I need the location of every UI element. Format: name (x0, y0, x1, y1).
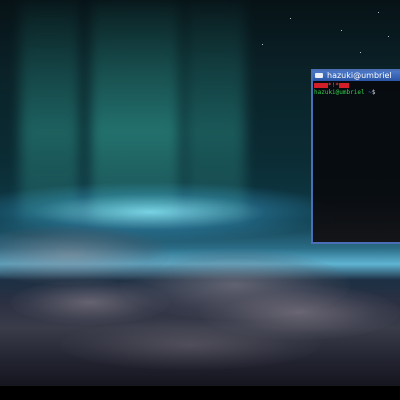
status-line: *!* (314, 82, 400, 89)
status-marker: *!* (328, 82, 339, 89)
status-bar-right (338, 83, 349, 88)
aurora-band (185, 0, 245, 220)
cloud (60, 320, 320, 370)
star (262, 44, 263, 45)
terminal-shade (313, 192, 400, 242)
window-menu-icon[interactable] (315, 73, 323, 78)
star (378, 12, 379, 13)
window-title: hazuki@umbriel (327, 71, 392, 80)
cloud (10, 280, 170, 325)
aurora-band (20, 0, 80, 220)
status-bar-left (314, 83, 328, 88)
terminal-window[interactable]: hazuki@umbriel *!* hazuki@umbriel ~$ (311, 69, 400, 244)
star (341, 30, 342, 31)
aurora-band (90, 0, 180, 220)
star (290, 18, 291, 19)
star (360, 52, 361, 53)
prompt-symbol: $ (371, 89, 376, 96)
prompt-user: hazuki@umbriel (314, 89, 365, 96)
star (388, 36, 389, 37)
bottom-panel (0, 386, 400, 400)
prompt-line: hazuki@umbriel ~$ (314, 89, 400, 96)
terminal-titlebar[interactable]: hazuki@umbriel (313, 71, 400, 81)
